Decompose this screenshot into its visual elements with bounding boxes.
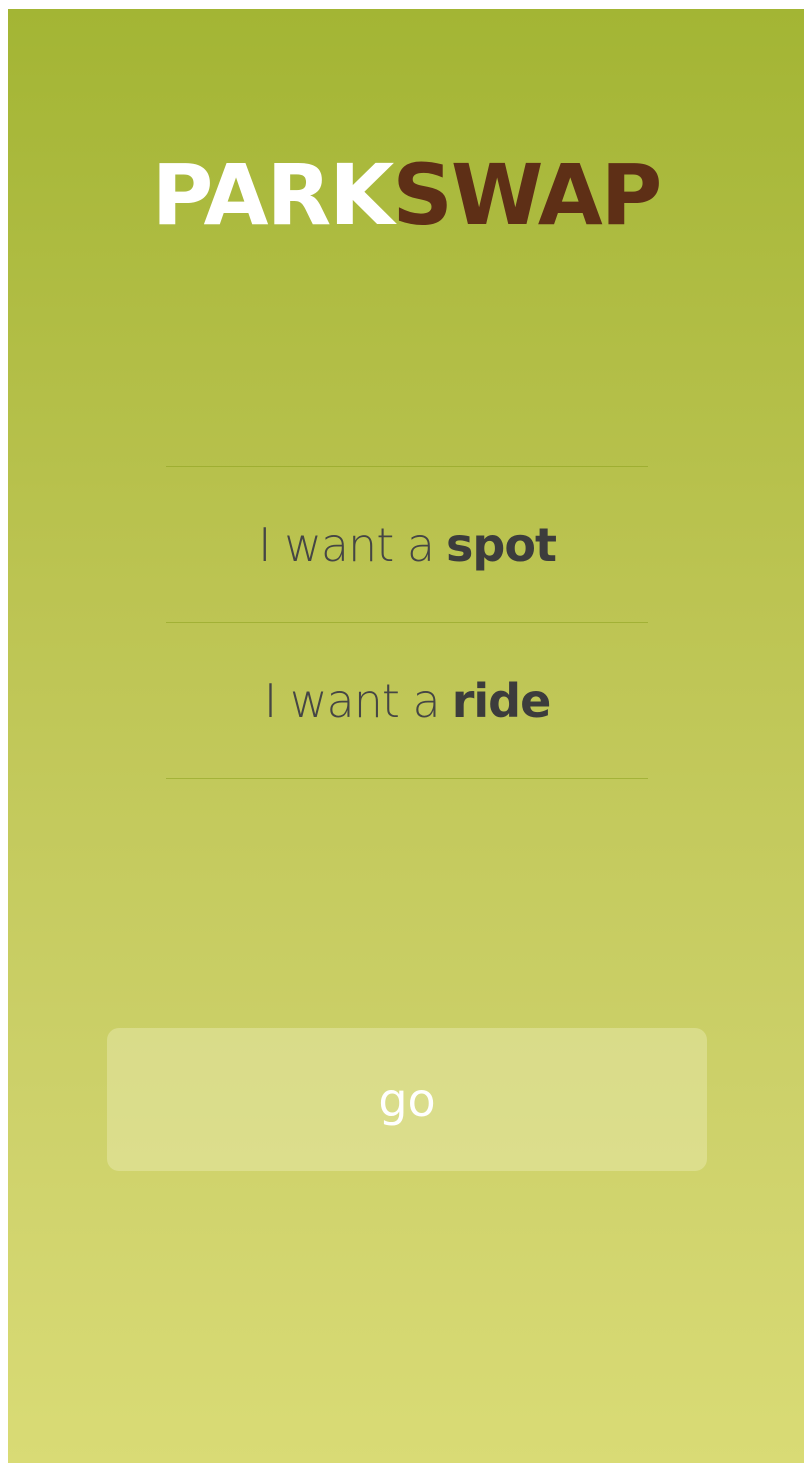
want-ride-option[interactable]: I want a ride — [166, 623, 648, 778]
logo-park: PARK — [151, 146, 395, 244]
app-logo: PARKSWAP — [8, 145, 804, 245]
go-button[interactable]: go — [107, 1028, 707, 1171]
option-prefix: I want a — [258, 517, 435, 572]
option-emphasis: ride — [451, 673, 552, 728]
logo-swap: SWAP — [392, 146, 662, 244]
option-emphasis: spot — [446, 517, 557, 572]
want-spot-option[interactable]: I want a spot — [166, 467, 648, 622]
choice-list: I want a spot I want a ride — [166, 466, 648, 779]
app-screen: PARKSWAP I want a spot I want a ride go — [8, 9, 804, 1463]
divider — [166, 778, 648, 779]
option-prefix: I want a — [263, 673, 441, 728]
